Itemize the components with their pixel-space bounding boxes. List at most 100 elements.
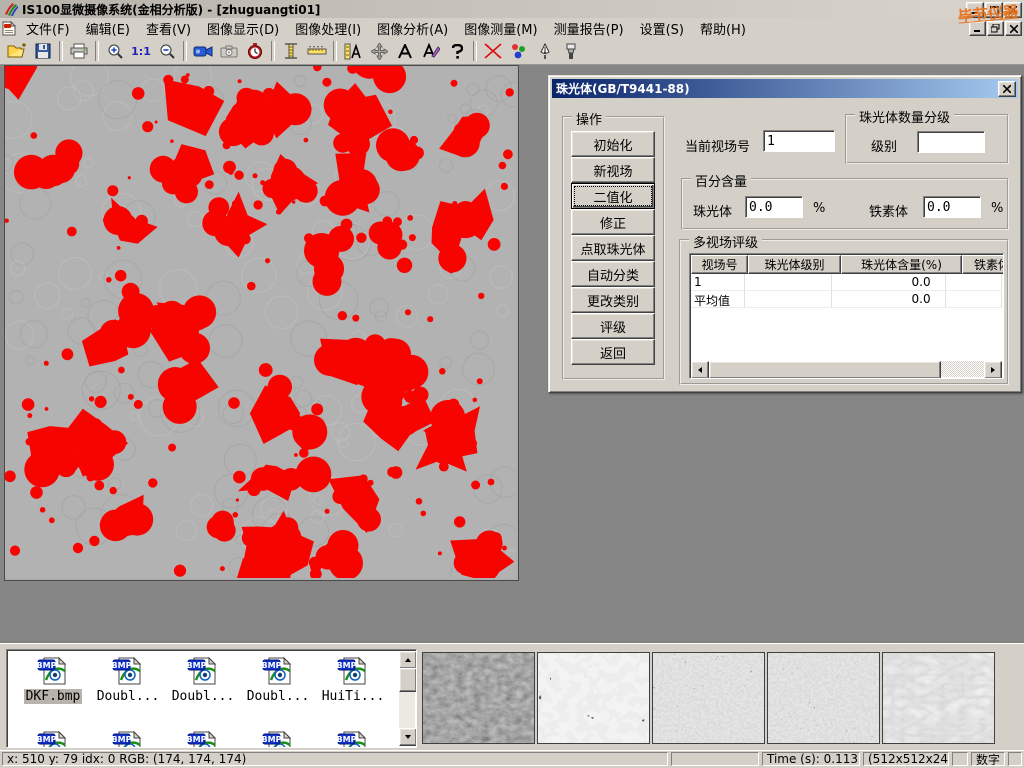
table-header-cell[interactable]: 铁素体 xyxy=(962,255,1004,274)
toolbar-separator xyxy=(473,41,477,61)
file-label[interactable]: Doubl... xyxy=(95,689,162,704)
file-item[interactable]: BMP xyxy=(17,730,89,748)
caliper-icon[interactable] xyxy=(278,39,304,63)
thumbnail-5[interactable] xyxy=(882,652,995,744)
timer-icon[interactable] xyxy=(242,39,268,63)
scroll-right-icon[interactable] xyxy=(984,361,1002,379)
menu-items: 文件(F)编辑(E)查看(V)图像显示(D)图像处理(I)图像分析(A)图像测量… xyxy=(18,17,754,40)
file-item[interactable]: BMP xyxy=(92,730,164,748)
pen-icon[interactable] xyxy=(532,39,558,63)
ferrite-input[interactable] xyxy=(923,196,981,218)
file-item[interactable]: BMP xyxy=(317,730,389,748)
status-position: x: 510 y: 79 idx: 0 RGB: (174, 174, 174) xyxy=(2,752,668,766)
op-button[interactable]: 新视场 xyxy=(571,157,655,183)
open-icon[interactable] xyxy=(4,39,30,63)
mdi-close-button[interactable] xyxy=(1005,21,1022,36)
op-button[interactable]: 二值化 xyxy=(571,183,655,209)
ruler-icon[interactable] xyxy=(304,39,330,63)
print-icon[interactable] xyxy=(66,39,92,63)
file-label[interactable]: Doubl... xyxy=(245,689,312,704)
scrollbar-thumb[interactable] xyxy=(399,668,417,692)
svg-text:BMP: BMP xyxy=(262,735,282,744)
file-item[interactable]: BMPDoubl... xyxy=(92,656,164,704)
file-label[interactable]: DKF.bmp xyxy=(24,689,83,704)
file-item[interactable]: BMP xyxy=(167,730,239,748)
svg-text:BMP: BMP xyxy=(37,661,57,670)
brush-icon[interactable] xyxy=(558,39,584,63)
menu-item[interactable]: 查看(V) xyxy=(138,17,199,40)
op-button[interactable]: 自动分类 xyxy=(571,261,655,287)
svg-text:BMP: BMP xyxy=(187,735,207,744)
current-field-input[interactable] xyxy=(763,130,835,152)
scroll-left-icon[interactable] xyxy=(691,361,709,379)
dialog-titlebar[interactable]: 珠光体(GB/T9441-88) xyxy=(552,79,1018,98)
table-cell: 0.0 xyxy=(832,291,946,308)
menu-item[interactable]: 图像处理(I) xyxy=(287,17,369,40)
save-icon[interactable] xyxy=(30,39,56,63)
table-header-cell[interactable]: 视场号 xyxy=(691,255,748,274)
op-button[interactable]: 修正 xyxy=(571,209,655,235)
file-item[interactable]: BMPHuiTi... xyxy=(317,656,389,704)
op-button[interactable]: 点取珠光体 xyxy=(571,235,655,261)
toolbar: 1:1 xyxy=(0,38,1024,65)
table-header-cell[interactable]: 珠光体含量(%) xyxy=(841,255,962,274)
scroll-up-icon[interactable] xyxy=(399,651,417,669)
scroll-down-icon[interactable] xyxy=(399,728,417,746)
multifield-group: 多视场评级 视场号珠光体级别珠光体含量(%)铁素体 10.0平均值0.0 xyxy=(679,239,1009,385)
curve-tool-icon[interactable] xyxy=(480,39,506,63)
file-list-vscrollbar[interactable] xyxy=(399,651,415,746)
file-label[interactable]: Doubl... xyxy=(170,689,237,704)
video-camera-icon[interactable] xyxy=(190,39,216,63)
menu-item[interactable]: 测量报告(P) xyxy=(546,17,632,40)
file-label[interactable]: HuiTi... xyxy=(320,689,387,704)
svg-text:BMP: BMP xyxy=(37,735,57,744)
thumbnail-2[interactable] xyxy=(537,652,650,744)
text-icon[interactable] xyxy=(392,39,418,63)
table-cell xyxy=(946,274,1002,291)
thumbnail-4[interactable] xyxy=(767,652,880,744)
current-field-label: 当前视场号 xyxy=(685,136,750,155)
zoom-in-icon[interactable] xyxy=(102,39,128,63)
op-button[interactable]: 更改类别 xyxy=(571,287,655,313)
menu-item[interactable]: 图像显示(D) xyxy=(199,17,287,40)
dialog-close-icon[interactable] xyxy=(998,81,1016,97)
specimen-image[interactable] xyxy=(4,65,519,581)
table-row[interactable]: 平均值0.0 xyxy=(691,291,1002,308)
menu-item[interactable]: 设置(S) xyxy=(632,17,692,40)
pearlite-input[interactable] xyxy=(745,196,803,218)
thumbnail-3[interactable] xyxy=(652,652,765,744)
move-icon[interactable] xyxy=(366,39,392,63)
menu-item[interactable]: 帮助(H) xyxy=(692,17,754,40)
op-button[interactable]: 初始化 xyxy=(571,131,655,157)
file-item[interactable]: BMPDoubl... xyxy=(242,656,314,704)
multifield-table[interactable]: 视场号珠光体级别珠光体含量(%)铁素体 10.0平均值0.0 xyxy=(689,253,1004,379)
scrollbar-thumb[interactable] xyxy=(709,361,941,379)
menu-item[interactable]: 编辑(E) xyxy=(78,17,138,40)
table-row[interactable]: 10.0 xyxy=(691,274,1002,291)
text-edit-icon[interactable] xyxy=(418,39,444,63)
pearlite-unit: % xyxy=(813,201,825,216)
file-item[interactable]: BMPDoubl... xyxy=(167,656,239,704)
toolbar-separator xyxy=(59,41,63,61)
menu-item[interactable]: 图像分析(A) xyxy=(369,17,456,40)
file-item[interactable]: BMP DKF.bmp xyxy=(17,656,89,704)
table-header-cell[interactable]: 珠光体级别 xyxy=(748,255,841,274)
actual-size-icon[interactable]: 1:1 xyxy=(128,39,154,63)
help-icon[interactable] xyxy=(444,39,470,63)
op-button[interactable]: 评级 xyxy=(571,313,655,339)
measure-text-icon[interactable] xyxy=(340,39,366,63)
document-icon[interactable] xyxy=(0,21,18,35)
menu-item[interactable]: 图像测量(M) xyxy=(456,17,545,40)
menu-item[interactable]: 文件(F) xyxy=(18,17,78,40)
camera-icon[interactable] xyxy=(216,39,242,63)
particles-icon[interactable] xyxy=(506,39,532,63)
level-input[interactable] xyxy=(917,131,985,153)
scrollbar-track[interactable] xyxy=(941,361,984,377)
bottom-panel: BMPDKF.bmpBMPBMPDoubl...BMPBMPDoubl...BM… xyxy=(0,643,1024,750)
file-list[interactable]: BMPDKF.bmpBMPBMPDoubl...BMPBMPDoubl...BM… xyxy=(6,649,417,748)
op-button[interactable]: 返回 xyxy=(571,339,655,365)
table-hscrollbar[interactable] xyxy=(691,361,1002,377)
file-item[interactable]: BMP xyxy=(242,730,314,748)
thumbnail-1[interactable] xyxy=(422,652,535,744)
zoom-out-icon[interactable] xyxy=(154,39,180,63)
